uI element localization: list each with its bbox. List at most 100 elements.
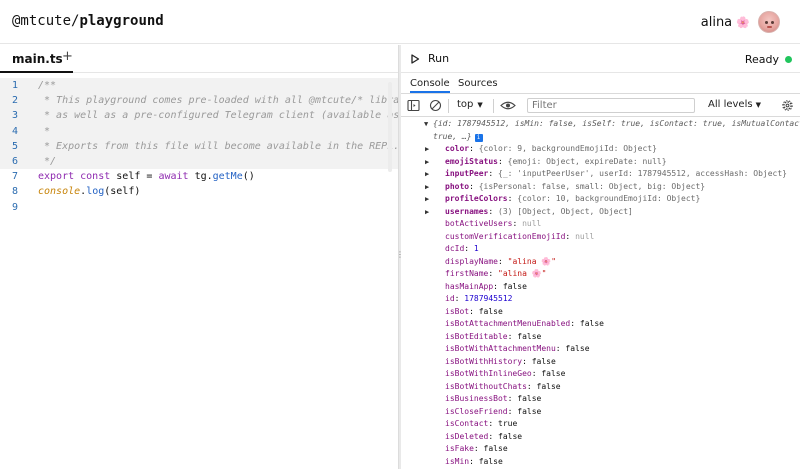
code-text: export const self = await tg.getMe() bbox=[38, 169, 255, 184]
object-summary[interactable]: ▼ {id: 1787945512, isMin: false, isSelf: … bbox=[401, 118, 800, 131]
caret-right-icon[interactable]: ▶ bbox=[425, 181, 429, 194]
expandable-prop[interactable]: ▶ usernames: (3) [Object, Object, Object] bbox=[401, 206, 800, 219]
console-toolbar: top▼ All levels▼ bbox=[401, 95, 800, 117]
run-button[interactable]: Run bbox=[410, 52, 449, 65]
line-number: 9 bbox=[11, 201, 18, 213]
caret-right-icon[interactable]: ▶ bbox=[425, 143, 429, 156]
avatar[interactable] bbox=[758, 11, 780, 33]
prop-row: isContact: true bbox=[445, 419, 518, 428]
prop-value: 1 bbox=[473, 244, 479, 253]
status-label: Ready bbox=[744, 53, 779, 66]
code-line: 2 * This playground comes pre-loaded wit… bbox=[0, 93, 411, 109]
prop-value: false bbox=[502, 281, 527, 291]
object-summary-cont: true, …} i bbox=[401, 131, 800, 144]
prop-key: profileColors bbox=[445, 194, 508, 203]
caret-right-icon[interactable]: ▶ bbox=[425, 206, 429, 219]
prop-value: true bbox=[498, 419, 518, 428]
prop-row: isBotWithHistory: false bbox=[445, 356, 556, 366]
context-select[interactable]: top ▼ bbox=[457, 99, 483, 110]
prop-value: false bbox=[478, 306, 503, 316]
prop-key: isMin bbox=[445, 456, 470, 466]
info-icon[interactable]: i bbox=[474, 133, 483, 142]
clear-console-icon[interactable] bbox=[429, 99, 442, 112]
prop-value: false bbox=[498, 431, 523, 441]
line-number: 4 bbox=[11, 125, 18, 137]
filter-input[interactable] bbox=[527, 98, 695, 113]
code-operator: = bbox=[140, 171, 159, 183]
code-identifier: tg. bbox=[194, 171, 213, 183]
line-number: 3 bbox=[11, 110, 18, 122]
editor-tabbar: main.ts + bbox=[0, 45, 398, 73]
caret-down-icon[interactable]: ▼ bbox=[424, 118, 428, 131]
eye-icon[interactable] bbox=[500, 99, 516, 112]
app-brand[interactable]: @mtcute/playground bbox=[12, 13, 164, 29]
code-line: 5 * Exports from this file will become a… bbox=[0, 138, 400, 154]
user-menu[interactable]: alina 🌸 bbox=[701, 11, 780, 33]
prop-row: isDeleted: false bbox=[445, 431, 523, 441]
code-function: log bbox=[86, 186, 105, 198]
caret-right-icon[interactable]: ▶ bbox=[425, 193, 429, 206]
expandable-prop[interactable]: ▶ profileColors: {color: 10, backgroundEm… bbox=[401, 193, 800, 206]
code-text: */ bbox=[38, 155, 57, 167]
prop-key: isBot bbox=[445, 306, 470, 316]
prop-key: dcId bbox=[445, 244, 465, 253]
expandable-prop[interactable]: ▶ color: {color: 9, backgroundEmojiId: Ob… bbox=[401, 143, 800, 156]
prop-row: displayName: "alina 🌸" bbox=[445, 256, 557, 266]
prop-key: isBusinessBot bbox=[445, 394, 508, 403]
prop-row: id: 1787945512 bbox=[445, 294, 513, 303]
prop-row: botActiveUsers: null bbox=[445, 219, 542, 228]
object-summary-text: {id: 1787945512, isMin: false, isSelf: t… bbox=[433, 119, 800, 128]
prop-key: isBotAttachmentMenuEnabled bbox=[445, 319, 571, 328]
tab-sources[interactable]: Sources bbox=[458, 78, 498, 89]
sidebar-toggle-icon[interactable] bbox=[407, 99, 420, 112]
line-number: 7 bbox=[11, 171, 18, 183]
prop-row: dcId: 1 bbox=[445, 244, 479, 253]
expandable-prop[interactable]: ▶ inputPeer: {_: 'inputPeerUser', userId:… bbox=[401, 168, 800, 181]
code-editor[interactable]: 1 /** 2 * This playground comes pre-loade… bbox=[0, 78, 411, 215]
prop-value: null bbox=[522, 219, 542, 228]
add-tab-button[interactable]: + bbox=[62, 49, 73, 64]
chevron-down-icon: ▼ bbox=[477, 101, 483, 109]
prop-value: false bbox=[517, 394, 542, 403]
code-line: 9 bbox=[0, 200, 398, 215]
prop-key: id bbox=[445, 294, 455, 303]
editor-scrollbar[interactable] bbox=[388, 82, 392, 172]
prop-value: {color: 10, backgroundEmojiId: Object} bbox=[517, 194, 701, 203]
expandable-prop[interactable]: ▶ photo: {isPersonal: false, small: Objec… bbox=[401, 181, 800, 194]
code-text: * Exports from this file will become ava… bbox=[38, 140, 400, 152]
run-bar: Run Ready bbox=[401, 45, 800, 73]
code-line: 1 /** bbox=[0, 78, 398, 94]
console-output[interactable]: ▼ {id: 1787945512, isMin: false, isSelf: … bbox=[401, 118, 800, 469]
prop-value: false bbox=[478, 456, 503, 466]
prop-key: isDeleted bbox=[445, 431, 489, 441]
caret-right-icon[interactable]: ▶ bbox=[425, 156, 429, 169]
prop-row: isBotEditable: false bbox=[445, 331, 542, 341]
prop-key: botActiveUsers bbox=[445, 219, 513, 228]
prop-value: {isPersonal: false, small: Object, big: … bbox=[478, 181, 706, 191]
expandable-prop[interactable]: ▶ emojiStatus: {emoji: Object, expireDate… bbox=[401, 156, 800, 169]
prop-key: isBotEditable bbox=[445, 331, 508, 341]
prop-value: false bbox=[517, 331, 542, 341]
prop-value: false bbox=[517, 406, 542, 416]
prop-key: photo bbox=[445, 181, 470, 191]
prop-value: false bbox=[531, 356, 556, 366]
prop-value: (3) [Object, Object, Object] bbox=[498, 206, 633, 216]
prop-key: color bbox=[445, 144, 470, 153]
prop-key: isCloseFriend bbox=[445, 406, 508, 416]
code-identifier: self bbox=[116, 171, 141, 183]
user-name-text: alina bbox=[700, 14, 733, 30]
log-levels-value: All levels bbox=[708, 99, 753, 110]
log-levels-select[interactable]: All levels ▼ bbox=[708, 99, 761, 110]
line-number: 2 bbox=[11, 95, 18, 107]
status-dot bbox=[785, 56, 792, 63]
code-line: 8 console.log(self) bbox=[0, 184, 398, 199]
prop-value: 1787945512 bbox=[464, 294, 513, 303]
tab-console[interactable]: Console bbox=[410, 78, 450, 93]
chevron-down-icon: ▼ bbox=[755, 101, 761, 109]
gear-icon[interactable] bbox=[781, 99, 794, 112]
toolbar-divider bbox=[448, 99, 449, 113]
app-header: @mtcute/playground alina 🌸 bbox=[0, 0, 800, 44]
code-line: 6 */ bbox=[0, 153, 398, 170]
caret-right-icon[interactable]: ▶ bbox=[425, 168, 429, 181]
line-number: 1 bbox=[11, 80, 18, 91]
